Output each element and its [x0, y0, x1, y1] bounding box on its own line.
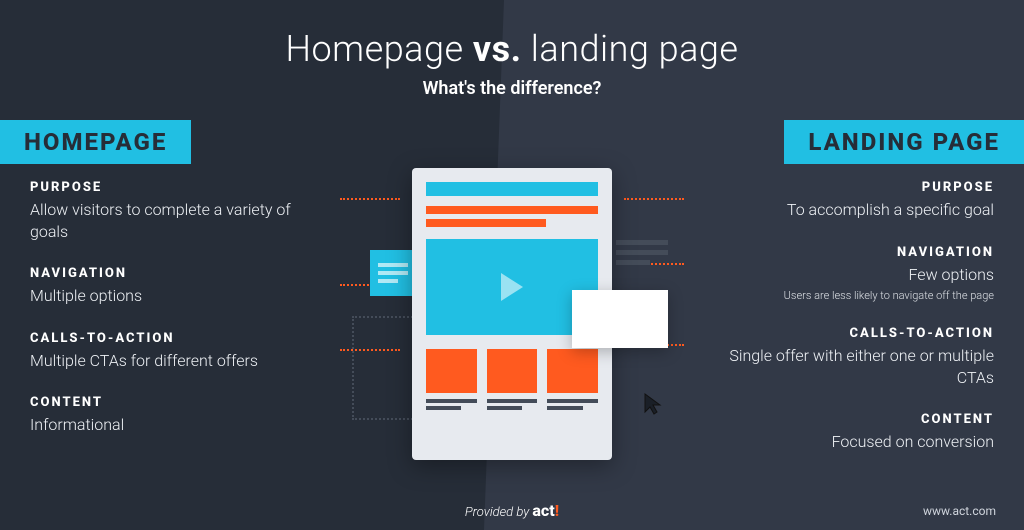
mock-header-bar: [426, 182, 598, 196]
landing-content: CONTENT Focused on conversion: [694, 412, 994, 453]
provided-by: Provided by: [465, 505, 532, 520]
landing-cta: CALLS-TO-ACTION Single offer with either…: [694, 326, 994, 388]
footer-credit: Provided by act!: [0, 501, 1024, 520]
landing-navigation: NAVIGATION Few options Users are less li…: [694, 245, 994, 303]
landing-column: PURPOSE To accomplish a specific goal NA…: [694, 180, 994, 477]
label: NAVIGATION: [30, 266, 330, 281]
homepage-column: PURPOSE Allow visitors to complete a var…: [30, 180, 330, 460]
label: CONTENT: [30, 395, 330, 410]
brand-name: act: [532, 501, 554, 520]
label: NAVIGATION: [694, 245, 994, 260]
floating-card-right: [572, 290, 668, 348]
brand-logo: act!: [532, 501, 559, 520]
homepage-navigation: NAVIGATION Multiple options: [30, 266, 330, 307]
mock-tile: [487, 349, 538, 413]
floating-lines-right: [616, 240, 668, 270]
mock-tile: [426, 349, 477, 413]
homepage-content: CONTENT Informational: [30, 395, 330, 436]
main-title: Homepage vs. landing page: [0, 28, 1024, 70]
label: CONTENT: [694, 412, 994, 427]
mock-subheader-line-short: [426, 219, 546, 227]
connector-line: [340, 198, 400, 200]
homepage-tab-label: HOMEPAGE: [24, 128, 167, 156]
homepage-cta: CALLS-TO-ACTION Multiple CTAs for differ…: [30, 331, 330, 372]
landing-page-tab-label: LANDING PAGE: [808, 128, 1000, 156]
infographic-stage: Homepage vs. landing page What's the dif…: [0, 0, 1024, 530]
text: Multiple CTAs for different offers: [30, 350, 330, 372]
title-part-1: Homepage: [286, 28, 473, 70]
text: Single offer with either one or multiple…: [694, 345, 994, 388]
title-part-2: landing page: [522, 28, 739, 70]
label: PURPOSE: [694, 180, 994, 195]
cursor-icon: [642, 392, 666, 416]
label: CALLS-TO-ACTION: [30, 331, 330, 346]
connector-line: [624, 198, 684, 200]
title-vs: vs.: [473, 28, 522, 70]
play-icon: [501, 273, 523, 301]
text: Few options: [694, 264, 994, 286]
subtext: Users are less likely to navigate off th…: [694, 289, 994, 302]
text: Multiple options: [30, 285, 330, 307]
text: Focused on conversion: [694, 431, 994, 453]
landing-purpose: PURPOSE To accomplish a specific goal: [694, 180, 994, 221]
label: CALLS-TO-ACTION: [694, 326, 994, 341]
text: To accomplish a specific goal: [694, 199, 994, 221]
label: PURPOSE: [30, 180, 330, 195]
mock-tile-row: [426, 349, 598, 413]
brand-exclamation: !: [555, 501, 559, 520]
homepage-tab: HOMEPAGE: [0, 120, 191, 164]
text: Allow visitors to complete a variety of …: [30, 199, 330, 242]
footer-url: www.act.com: [923, 504, 996, 518]
landing-page-tab: LANDING PAGE: [784, 120, 1024, 164]
subtitle: What's the difference?: [0, 78, 1024, 99]
floating-card-left: [370, 250, 416, 296]
text: Informational: [30, 414, 330, 436]
mock-tile: [547, 349, 598, 413]
mock-subheader-line: [426, 206, 598, 214]
homepage-purpose: PURPOSE Allow visitors to complete a var…: [30, 180, 330, 242]
